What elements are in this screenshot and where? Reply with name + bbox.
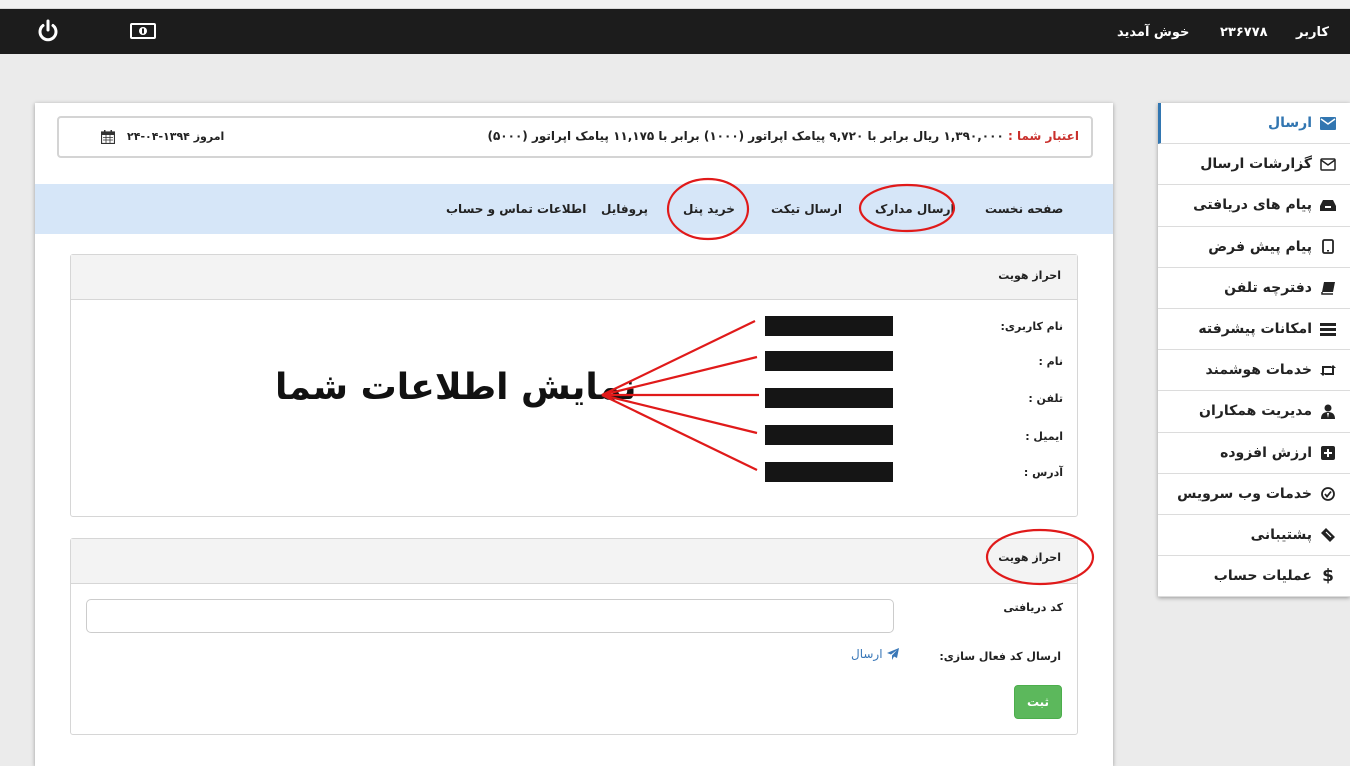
check-circle-icon bbox=[1320, 486, 1336, 502]
sidebar-item-label: خدمات هوشمند bbox=[1205, 362, 1312, 379]
sidebar-item-label: پیام های دریافتی bbox=[1193, 197, 1312, 214]
sidebar-item-smart-services[interactable]: خدمات هوشمند bbox=[1158, 350, 1350, 392]
tablet-icon bbox=[1320, 239, 1336, 255]
main-panel: اعتبار شما : ۱,۳۹۰,۰۰۰ ریال برابر با ۹,۷… bbox=[35, 103, 1113, 766]
sidebar-item-label: گزارشات ارسال bbox=[1200, 156, 1312, 173]
sidebar-item-label: پیام پیش فرض bbox=[1208, 238, 1312, 255]
annotation-overlay bbox=[601, 177, 1095, 586]
annotation-line bbox=[601, 393, 758, 435]
sidebar-item-label: خدمات وب سرویس bbox=[1177, 485, 1312, 502]
top-bar: خوش آمدید ۲۳۶۷۷۸ کاربر bbox=[0, 9, 1350, 54]
annotation-circle-verify bbox=[985, 528, 1095, 586]
list-icon bbox=[1320, 321, 1336, 337]
sidebar-item-inbox[interactable]: پیام های دریافتی bbox=[1158, 185, 1350, 227]
sidebar-menu: ارسال گزارشات ارسال پیام های دریافتی پیا… bbox=[1158, 103, 1350, 598]
sidebar-item-label: مدیریت همکاران bbox=[1199, 403, 1312, 420]
sidebar-item-label: امکانات پیشرفته bbox=[1198, 321, 1312, 338]
browser-top-strip bbox=[0, 0, 1350, 9]
sidebar-item-web-service[interactable]: خدمات وب سرویس bbox=[1158, 474, 1350, 515]
sidebar-item-support[interactable]: پشتیبانی bbox=[1158, 515, 1350, 557]
sidebar-item-default-message[interactable]: پیام پیش فرض bbox=[1158, 227, 1350, 268]
plus-square-icon bbox=[1320, 445, 1336, 461]
sidebar-item-label: دفترچه تلفن bbox=[1224, 279, 1312, 296]
annotation-line bbox=[601, 355, 758, 397]
annotation-line bbox=[601, 320, 756, 396]
book-icon bbox=[1320, 280, 1336, 296]
envelope-icon bbox=[1320, 115, 1336, 131]
sidebar-item-send[interactable]: ارسال bbox=[1158, 103, 1350, 145]
sidebar-item-colleagues[interactable]: مدیریت همکاران bbox=[1158, 391, 1350, 433]
user-label: کاربر bbox=[1296, 25, 1329, 40]
user-id: ۲۳۶۷۷۸ bbox=[1220, 25, 1268, 40]
power-icon[interactable] bbox=[36, 19, 60, 43]
sidebar-item-advanced[interactable]: امکانات پیشرفته bbox=[1158, 309, 1350, 351]
retweet-icon bbox=[1320, 362, 1336, 378]
sidebar-item-value-added[interactable]: ارزش افزوده bbox=[1158, 433, 1350, 474]
cash-icon[interactable] bbox=[130, 21, 156, 41]
annotation-circle-send-docs bbox=[858, 183, 956, 233]
welcome-text: خوش آمدید bbox=[1117, 25, 1190, 40]
sidebar-item-label: ارزش افزوده bbox=[1220, 444, 1312, 461]
sidebar-item-send-reports[interactable]: گزارشات ارسال bbox=[1158, 144, 1350, 186]
sidebar-item-label: ارسال bbox=[1267, 115, 1312, 132]
annotation-line bbox=[601, 394, 758, 471]
sidebar-item-account-operations[interactable]: عملیات حساب $ bbox=[1158, 556, 1350, 598]
ticket-icon bbox=[1320, 527, 1336, 543]
sidebar-item-label: عملیات حساب bbox=[1213, 568, 1312, 585]
sidebar-item-phonebook[interactable]: دفترچه تلفن bbox=[1158, 268, 1350, 309]
user-tie-icon bbox=[1320, 403, 1336, 419]
envelope-outline-icon bbox=[1320, 156, 1336, 172]
dollar-icon: $ bbox=[1322, 566, 1334, 587]
annotation-circle-buy-panel bbox=[666, 177, 750, 241]
sidebar-item-label: پشتیبانی bbox=[1250, 526, 1312, 543]
inbox-icon bbox=[1320, 197, 1336, 213]
